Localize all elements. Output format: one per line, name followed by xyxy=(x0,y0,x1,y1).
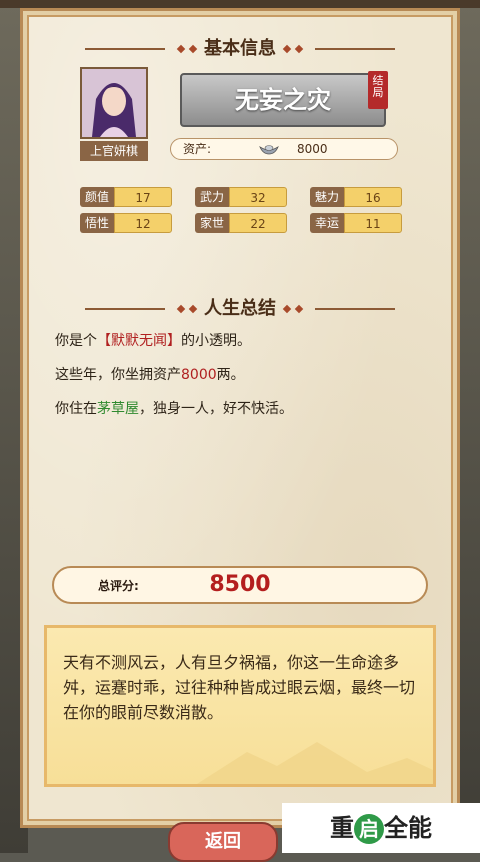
verse-box: 天有不测风云，人有旦夕祸福，你这一生命途多舛，运蹇时乖，过往种种皆成过眼云烟，最… xyxy=(44,625,436,787)
stat-force: 武力 32 xyxy=(195,187,287,207)
stat-appearance: 颜值 17 xyxy=(80,187,172,207)
back-button[interactable]: 返回 xyxy=(168,822,278,862)
basic-info-heading: 基本信息 xyxy=(0,34,480,60)
ending-tag: 结局 xyxy=(368,71,388,109)
score-bar: 总评分: 8500 xyxy=(52,566,428,604)
scroll-rod xyxy=(0,0,480,8)
verse-text: 天有不测风云，人有旦夕祸福，你这一生命途多舛，运蹇时乖，过往种种皆成过眼云烟，最… xyxy=(63,653,416,722)
mountain-decoration xyxy=(197,742,433,784)
assets-value: 8000 xyxy=(297,142,328,156)
watermark-mid: 启 xyxy=(354,814,384,844)
avatar xyxy=(80,67,148,139)
score-value: 8500 xyxy=(209,572,271,597)
stat-comprehension: 悟性 12 xyxy=(80,213,172,233)
summary-line-2: 这些年，你坐拥资产8000两。 xyxy=(55,367,245,383)
stat-luck: 幸运 11 xyxy=(310,213,402,233)
summary-line-3: 你住在茅草屋，独身一人，好不快活。 xyxy=(55,401,293,417)
summary-line-1: 你是个【默默无闻】的小透明。 xyxy=(55,333,251,349)
stat-family: 家世 22 xyxy=(195,213,287,233)
watermark-logo: 重启全能 xyxy=(282,803,480,853)
assets-bar: 资产: 8000 xyxy=(170,138,398,160)
assets-label: 资产: xyxy=(183,142,212,156)
life-summary-heading: 人生总结 xyxy=(0,294,480,320)
silver-ingot-icon xyxy=(259,142,279,156)
avatar-name: 上官妍棋 xyxy=(80,141,148,161)
stat-charm: 魅力 16 xyxy=(310,187,402,207)
ending-title: 无妄之灾 xyxy=(180,73,386,127)
